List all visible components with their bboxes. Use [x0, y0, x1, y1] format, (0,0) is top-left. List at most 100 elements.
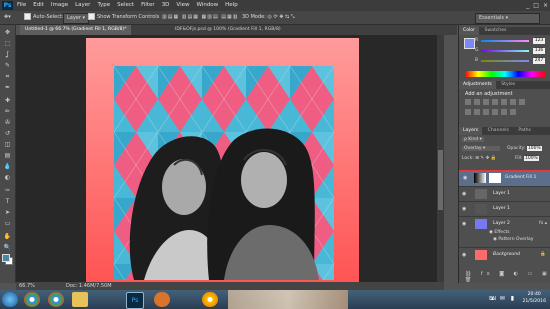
color-swatch[interactable] — [464, 38, 475, 49]
eraser-icon[interactable]: ◫ — [3, 141, 12, 148]
media-icon[interactable] — [154, 292, 170, 307]
dodge-icon[interactable]: ◐ — [3, 174, 12, 181]
color-balance-icon[interactable] — [519, 99, 525, 105]
layer-row-layer-1[interactable]: ◉ Layer 1 — [459, 186, 550, 201]
minimize-button[interactable]: _ — [526, 0, 529, 11]
menu-file[interactable]: File — [17, 0, 26, 11]
tray-icons[interactable]: ▴ ✉ ▮ — [491, 295, 516, 302]
layer-row-background[interactable]: ◉ Background 🔒 — [459, 247, 550, 262]
blur-icon[interactable]: 💧 — [3, 163, 12, 170]
eye-icon[interactable]: ◉ — [462, 202, 466, 216]
fx-icon[interactable]: fx ▴ — [539, 217, 547, 231]
eye-icon[interactable]: ◉ — [462, 248, 466, 262]
start-icon[interactable] — [2, 292, 18, 307]
tab-paths[interactable]: Paths — [514, 127, 535, 135]
layer-row-layer-2[interactable]: ◉ Layer 2 fx ▴ — [459, 216, 550, 231]
tab-idfofjs[interactable]: IDF&OFjs.psd @ 100% (Gradient Fill 1, RG… — [170, 25, 286, 35]
curves-icon[interactable] — [483, 99, 489, 105]
layer-panel-footer-icons[interactable]: ⛓ fx ◙ ◐ ▭ ▣ 🗑 — [465, 271, 550, 283]
3d-mode-icons[interactable]: 3D Mode: ◎ ⟳ ✥ ⇆ ⤡ — [242, 13, 295, 22]
color-lookup-icon[interactable] — [492, 109, 498, 115]
move-tool-icon[interactable]: ✥▾ — [4, 13, 11, 22]
quick-select-icon[interactable]: ✎ — [3, 62, 12, 69]
healing-icon[interactable]: ✚ — [3, 97, 12, 104]
align-icons[interactable]: ▥▤▦ ▥▤▦ ▦▥▤ ▤▦▥ — [162, 13, 238, 22]
menu-image[interactable]: Image — [51, 0, 68, 11]
hand-icon[interactable]: ✋ — [3, 233, 12, 240]
hue-saturation-icon[interactable] — [510, 99, 516, 105]
marquee-icon[interactable]: ⬚ — [3, 40, 12, 47]
auto-select-checkbox[interactable]: Auto-Select: — [24, 13, 64, 22]
opacity-control[interactable]: Opacity: 100% — [507, 146, 542, 151]
menu-edit[interactable]: Edit — [33, 0, 44, 11]
levels-icon[interactable] — [474, 99, 480, 105]
brush-icon[interactable]: ✏ — [3, 108, 12, 115]
tab-adjustments[interactable]: Adjustments — [459, 81, 496, 89]
pen-icon[interactable]: ✑ — [3, 187, 12, 194]
chrome-icon[interactable] — [24, 292, 40, 307]
menu-help[interactable]: Help — [225, 0, 238, 11]
blend-mode-dropdown[interactable]: Overlay ▾ — [462, 146, 500, 151]
invert-icon[interactable] — [501, 109, 507, 115]
menu-3d[interactable]: 3D — [162, 0, 170, 11]
foreground-color-swatch[interactable] — [2, 254, 10, 262]
shape-icon[interactable]: ▭ — [3, 220, 12, 227]
close-button[interactable]: × — [543, 0, 548, 11]
menu-select[interactable]: Select — [117, 0, 134, 11]
type-icon[interactable]: T — [3, 198, 12, 205]
brightness-icon[interactable] — [465, 99, 471, 105]
fill-control[interactable]: Fill: 100% — [515, 156, 539, 161]
auto-select-dropdown[interactable]: Layer ▾ — [63, 13, 90, 24]
layer-row-layer-1-copy[interactable]: ◉ Layer 1 — [459, 201, 550, 216]
eye-icon[interactable]: ◉ — [463, 171, 467, 185]
folder-icon[interactable] — [72, 292, 88, 307]
path-select-icon[interactable]: ➤ — [3, 209, 12, 216]
zoom-level[interactable]: 66.7% — [19, 283, 35, 289]
pattern-overlay-label[interactable]: ◉ Pattern Overlay — [493, 237, 533, 242]
tab-styles[interactable]: Styles — [497, 81, 519, 89]
status-bar: 66.7% Doc: 1.46M/7.50M — [16, 282, 444, 290]
channel-mixer-icon[interactable] — [483, 109, 489, 115]
menu-filter[interactable]: Filter — [141, 0, 155, 11]
tab-color[interactable]: Color — [459, 27, 479, 35]
eye-icon[interactable]: ◉ — [462, 187, 466, 201]
clock[interactable]: 20:40 21/5/2016 — [522, 291, 546, 305]
mask-thumbnail — [489, 173, 501, 183]
crop-icon[interactable]: ⌗ — [3, 73, 12, 80]
eyedropper-icon[interactable]: ✒ — [3, 84, 12, 91]
move-icon[interactable]: ✥ — [3, 29, 12, 36]
show-transform-checkbox[interactable]: Show Transform Controls — [88, 13, 159, 22]
clone-stamp-icon[interactable]: ✇ — [3, 119, 12, 126]
maximize-button[interactable]: □ — [533, 0, 539, 11]
menu-type[interactable]: Type — [97, 0, 110, 11]
scrollbar-thumb[interactable] — [438, 150, 443, 210]
gradient-icon[interactable]: ▤ — [3, 152, 12, 159]
chrome-icon[interactable] — [48, 292, 64, 307]
color-spectrum[interactable] — [465, 71, 545, 77]
menu-window[interactable]: Window — [196, 0, 218, 11]
lasso-icon[interactable]: ʆ — [3, 51, 12, 58]
workspace-dropdown[interactable]: Essentials ▾ — [475, 13, 540, 24]
document-tabs: Untitled-1 @ 66.7% (Gradient Fill 1, RGB… — [20, 25, 457, 35]
green-slider[interactable]: G 136 — [475, 48, 545, 54]
eye-icon[interactable]: ◉ — [462, 217, 466, 231]
history-brush-icon[interactable]: ↺ — [3, 130, 12, 137]
vibrance-icon[interactable] — [501, 99, 507, 105]
black-white-icon[interactable] — [465, 109, 471, 115]
menu-view[interactable]: View — [176, 0, 189, 11]
menu-layer[interactable]: Layer — [75, 0, 90, 11]
tab-swatches[interactable]: Swatches — [480, 27, 510, 35]
red-slider[interactable]: R 123 — [475, 38, 545, 44]
chrome-canary-icon[interactable] — [202, 292, 218, 307]
layer-filter-kind[interactable]: ρ Kind ▾ — [462, 137, 484, 142]
posterize-icon[interactable] — [510, 109, 516, 115]
exposure-icon[interactable] — [492, 99, 498, 105]
tab-untitled-1[interactable]: Untitled-1 @ 66.7% (Gradient Fill 1, RGB… — [20, 25, 132, 35]
photoshop-icon[interactable]: Ps — [126, 292, 144, 309]
tab-channels[interactable]: Channels — [484, 127, 513, 135]
zoom-icon[interactable]: 🔍 — [3, 244, 12, 251]
layer-row-gradient-fill[interactable]: ◉ Gradient Fill 1 — [459, 170, 550, 186]
blue-slider[interactable]: B 247 — [475, 58, 545, 64]
photo-filter-icon[interactable] — [474, 109, 480, 115]
tab-layers[interactable]: Layers — [459, 127, 483, 135]
